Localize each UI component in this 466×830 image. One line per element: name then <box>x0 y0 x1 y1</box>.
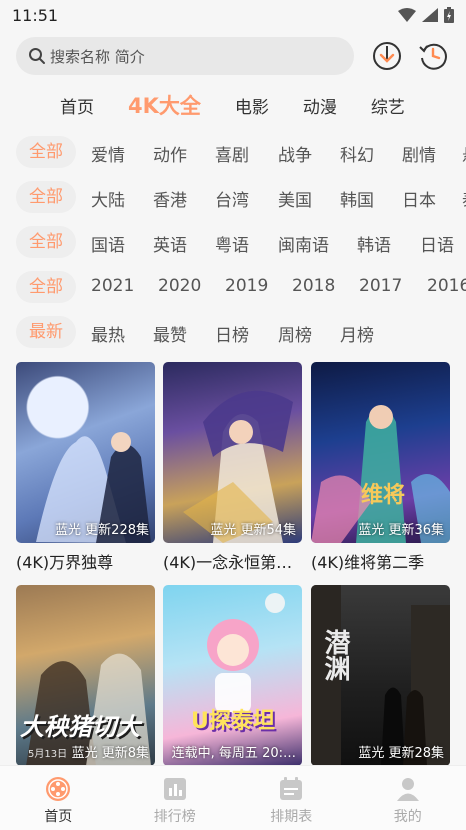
bottom-nav-schedule[interactable]: 排期表 <box>233 766 350 830</box>
filter-chip[interactable]: 大陆 <box>91 186 125 211</box>
filter-chip[interactable]: 韩语 <box>357 231 391 256</box>
filter-chip[interactable]: 爱情 <box>91 141 125 166</box>
bottom-nav-label: 排行榜 <box>153 809 196 825</box>
tab-home[interactable]: 首页 <box>60 93 94 124</box>
filter-chip[interactable]: 战争 <box>278 141 312 166</box>
poster-title[interactable]: (4K)万界独尊 <box>16 549 158 573</box>
filter-chip[interactable]: 全部 <box>16 226 76 258</box>
film-reel-icon <box>46 777 71 801</box>
poster-art <box>36 432 151 543</box>
filter-chip[interactable]: 日榜 <box>215 321 249 346</box>
filter-chip[interactable]: 韩国 <box>340 186 374 211</box>
bottom-nav-ranking[interactable]: 排行榜 <box>117 766 234 830</box>
filter-chip[interactable]: 最赞 <box>153 321 187 346</box>
poster-overlay-text: 潜渊 <box>320 629 350 681</box>
download-button[interactable] <box>372 41 402 71</box>
poster-badge: 蓝光 更新228集 <box>55 523 149 538</box>
poster-card[interactable]: 维将 蓝光 更新36集 <box>311 362 450 543</box>
status-icons <box>398 7 454 23</box>
filter-chip[interactable]: 最新 <box>16 316 76 348</box>
poster-overlay-text: U探泰坦 <box>191 709 275 734</box>
filter-chip[interactable]: 2018 <box>292 276 335 296</box>
bar-chart-icon <box>163 778 186 800</box>
filter-chip[interactable]: 2016 <box>427 276 466 296</box>
filter-chip[interactable]: 台湾 <box>215 186 249 211</box>
filter-row-region: 全部 大陆 香港 台湾 美国 韩国 日本 泰 <box>0 181 466 213</box>
filter-row-year: 全部 2021 2020 2019 2018 2017 2016 <box>0 271 466 303</box>
svg-text:维将: 维将 <box>361 482 405 508</box>
filter-row-genre: 全部 爱情 动作 喜剧 战争 科幻 剧情 悬 <box>0 136 466 168</box>
filter-chip[interactable]: 全部 <box>16 136 76 168</box>
filter-row-language: 全部 国语 英语 粤语 闽南语 韩语 日语 <box>0 226 466 258</box>
filter-chip[interactable]: 2019 <box>225 276 268 296</box>
poster-card[interactable]: 潜渊 蓝光 更新28集 <box>311 585 450 766</box>
bottom-nav-label: 我的 <box>393 809 422 825</box>
search-box[interactable]: 搜索名称 简介 <box>16 37 354 75</box>
tab-movies[interactable]: 电影 <box>235 93 269 124</box>
poster-art <box>207 593 285 713</box>
filter-chip[interactable]: 喜剧 <box>215 141 249 166</box>
filter-chip[interactable]: 悬 <box>462 141 466 166</box>
bottom-nav: 首页 排行榜 排期表 我的 <box>0 765 466 830</box>
poster-card[interactable]: 大秧猪切大 5月13日 蓝光 更新8集 <box>16 585 155 766</box>
search-icon <box>29 48 45 64</box>
filter-chip[interactable]: 全部 <box>16 181 76 213</box>
filter-chip[interactable]: 香港 <box>153 186 187 211</box>
filter-row-sort: 最新 最热 最赞 日榜 周榜 月榜 <box>0 316 466 348</box>
filter-chip[interactable]: 科幻 <box>340 141 374 166</box>
poster-card[interactable]: 蓝光 更新228集 <box>16 362 155 543</box>
filter-chip[interactable]: 月榜 <box>340 321 374 346</box>
filter-chip[interactable]: 周榜 <box>278 321 312 346</box>
poster-art <box>183 390 293 543</box>
status-time: 11:51 <box>12 5 59 25</box>
filter-chip[interactable]: 日本 <box>402 186 436 211</box>
top-icons <box>372 41 448 71</box>
bottom-nav-home[interactable]: 首页 <box>0 766 117 830</box>
tab-variety[interactable]: 综艺 <box>371 93 405 124</box>
bottom-nav-label: 排期表 <box>270 809 313 825</box>
tab-4k[interactable]: 4K大全 <box>128 90 201 124</box>
poster-badge: 连载中, 每周五 20:… <box>171 746 296 761</box>
bottom-nav-label: 首页 <box>44 809 73 825</box>
poster-title[interactable]: (4K)一念永恒第… <box>163 549 305 573</box>
poster-badge: 蓝光 更新28集 <box>358 746 444 761</box>
filter-chip[interactable]: 2020 <box>158 276 201 296</box>
poster-badge: 蓝光 更新54集 <box>210 523 296 538</box>
poster-badge: 蓝光 更新36集 <box>358 523 444 538</box>
filter-chip[interactable]: 剧情 <box>402 141 436 166</box>
filter-chip[interactable]: 泰 <box>462 186 466 211</box>
signal-icon <box>422 8 438 22</box>
filter-chip[interactable]: 闽南语 <box>278 231 329 256</box>
category-tabs: 首页 4K大全 电影 动漫 综艺 <box>0 76 466 124</box>
filter-chip[interactable]: 美国 <box>278 186 312 211</box>
history-button[interactable] <box>418 41 448 71</box>
history-icon <box>419 43 447 70</box>
filter-chip[interactable]: 全部 <box>16 271 76 303</box>
poster-card[interactable]: 蓝光 更新54集 <box>163 362 302 543</box>
download-icon <box>373 42 401 70</box>
search-input[interactable]: 搜索名称 简介 <box>50 46 145 67</box>
bottom-nav-profile[interactable]: 我的 <box>350 766 466 830</box>
poster-art: 维将 <box>311 405 450 543</box>
filter-chip[interactable]: 最热 <box>91 321 125 346</box>
filter-chip[interactable]: 2017 <box>359 276 402 296</box>
poster-overlay-text: 大秧猪切大 <box>20 713 140 741</box>
filter-chip[interactable]: 国语 <box>91 231 125 256</box>
poster-title[interactable]: (4K)维将第二季 <box>311 549 453 573</box>
filter-chip[interactable]: 动作 <box>153 141 187 166</box>
filter-chip[interactable]: 粤语 <box>215 231 249 256</box>
wifi-icon <box>398 8 416 22</box>
poster-badge: 蓝光 更新8集 <box>71 746 149 761</box>
user-icon <box>396 778 419 801</box>
status-bar: 11:51 <box>0 0 466 30</box>
filter-chip[interactable]: 2021 <box>91 276 134 296</box>
calendar-icon <box>280 777 303 800</box>
filter-chip[interactable]: 英语 <box>153 231 187 256</box>
tab-anime[interactable]: 动漫 <box>303 93 337 124</box>
search-row: 搜索名称 简介 <box>0 30 466 76</box>
filter-chip[interactable]: 日语 <box>420 231 454 256</box>
poster-card[interactable]: U探泰坦 连载中, 每周五 20:… <box>163 585 302 766</box>
poster-date-text: 5月13日 <box>28 749 68 760</box>
battery-icon <box>444 7 454 23</box>
